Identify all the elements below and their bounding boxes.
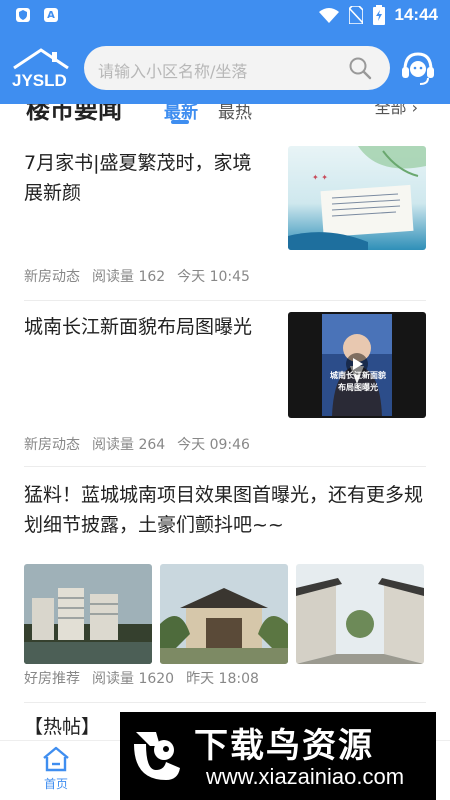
customer-service-icon[interactable] xyxy=(398,48,438,88)
news-reads: 阅读量 1620 xyxy=(92,671,175,687)
wifi-icon xyxy=(318,8,339,23)
divider xyxy=(24,702,426,703)
search-icon[interactable] xyxy=(348,56,372,80)
notification-a-icon: A xyxy=(44,8,58,22)
news-time: 今天 09:46 xyxy=(177,437,250,453)
divider xyxy=(24,466,426,467)
watermark-title: 下载鸟资源 xyxy=(194,726,374,766)
divider xyxy=(24,300,426,301)
news-item[interactable]: 猛料！蓝城城南项目效果图首曝光，还有更多规划细节披露，土豪们颤抖吧~~ 好房推荐… xyxy=(24,480,426,700)
battery-charging-icon xyxy=(372,5,385,25)
news-reads: 阅读量 162 xyxy=(92,269,166,285)
news-time: 昨天 18:08 xyxy=(186,671,259,687)
news-meta: 新房动态 阅读量 162 今天 10:45 xyxy=(24,266,250,286)
home-icon xyxy=(43,746,69,772)
shield-icon xyxy=(16,8,30,22)
app-logo: JYSLD xyxy=(12,48,69,90)
news-image-2 xyxy=(160,564,288,664)
app-header: A 14:44 JYSLD 请输入小区名称/坐落 xyxy=(0,0,450,104)
video-caption-line-2: 布局图曝光 xyxy=(338,383,378,392)
news-title: 7月家书|盛夏繁茂时，家境展新颜 xyxy=(24,152,252,204)
svg-text:JYSLD: JYSLD xyxy=(12,71,67,90)
news-thumbnail: ✦ ✦ xyxy=(288,146,426,250)
news-meta: 好房推荐 阅读量 1620 昨天 18:08 xyxy=(24,668,259,688)
news-meta: 新房动态 阅读量 264 今天 09:46 xyxy=(24,434,250,454)
watermark-url: www.xiazainiao.com xyxy=(206,764,405,789)
news-item[interactable]: 城南长江新面貌布局图曝光 新房动态 阅读量 264 今天 09:46 城南长江新… xyxy=(24,312,426,454)
news-reads: 阅读量 264 xyxy=(92,437,166,453)
search-placeholder: 请输入小区名称/坐落 xyxy=(98,62,248,81)
news-title: 猛料！蓝城城南项目效果图首曝光，还有更多规划细节披露，土豪们颤抖吧~~ xyxy=(24,484,424,536)
news-title: 城南长江新面貌布局图曝光 xyxy=(24,316,253,338)
news-item[interactable]: 7月家书|盛夏繁茂时，家境展新颜 新房动态 阅读量 162 今天 10:45 ✦… xyxy=(24,146,426,286)
nav-home[interactable]: 首页 xyxy=(30,743,82,797)
no-sim-icon xyxy=(348,6,363,24)
status-bar: A 14:44 xyxy=(0,0,450,32)
clock: 14:44 xyxy=(394,5,438,24)
nav-home-label: 首页 xyxy=(43,777,68,791)
active-tab-indicator xyxy=(171,120,189,124)
news-category: 新房动态 xyxy=(24,269,80,285)
bird-logo-icon xyxy=(134,732,180,780)
news-category: 新房动态 xyxy=(24,437,80,453)
watermark-banner: 下载鸟资源 www.xiazainiao.com xyxy=(120,712,436,800)
svg-text:✦ ✦: ✦ ✦ xyxy=(312,173,328,182)
next-article-title-partial[interactable]: 【热帖】 xyxy=(24,712,100,739)
news-image-3 xyxy=(296,564,424,664)
news-category: 好房推荐 xyxy=(24,671,80,687)
search-input[interactable]: 请输入小区名称/坐落 xyxy=(84,46,390,90)
video-thumbnail[interactable]: 城南长江新面貌 布局图曝光 xyxy=(288,312,426,418)
video-caption-line-1: 城南长江新面貌 xyxy=(330,371,386,380)
news-image-1 xyxy=(24,564,152,664)
news-time: 今天 10:45 xyxy=(177,269,250,285)
